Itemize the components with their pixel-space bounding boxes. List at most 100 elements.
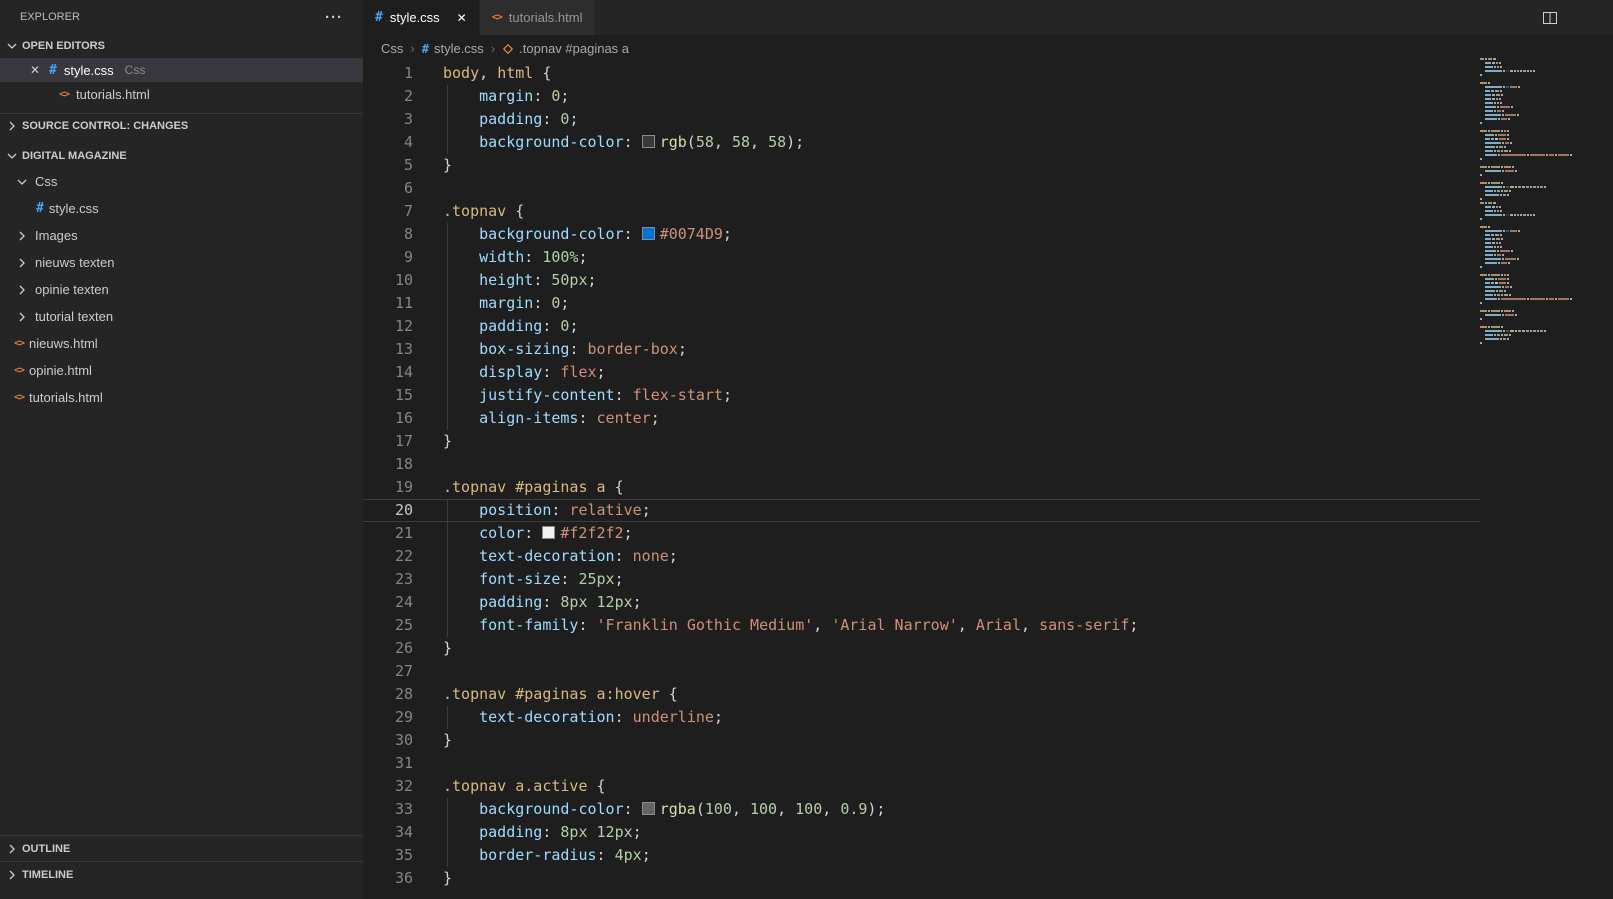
open-editor-item-style-css[interactable]: ✕#style.cssCss bbox=[0, 58, 363, 82]
line-number[interactable]: 14 bbox=[363, 361, 413, 384]
line-number[interactable]: 12 bbox=[363, 315, 413, 338]
code-line[interactable]: 17} bbox=[363, 430, 1480, 453]
open-editor-item-tutorials-html[interactable]: <>tutorials.html bbox=[0, 82, 363, 106]
close-icon[interactable]: ✕ bbox=[28, 63, 42, 77]
open-editors-header[interactable]: OPEN EDITORS bbox=[0, 34, 363, 58]
breadcrumb-item-css[interactable]: Css bbox=[381, 41, 403, 56]
code-line[interactable]: 22 text-decoration: none; bbox=[363, 545, 1480, 568]
tree-item-tutorials-html[interactable]: <>tutorials.html bbox=[0, 384, 363, 411]
tree-item-nieuws-html[interactable]: <>nieuws.html bbox=[0, 330, 363, 357]
minimap[interactable] bbox=[1480, 58, 1568, 346]
source-control-section-header[interactable]: SOURCE CONTROL: CHANGES bbox=[0, 113, 363, 137]
code-line[interactable]: 35 border-radius: 4px; bbox=[363, 844, 1480, 867]
code-line[interactable]: 1body, html { bbox=[363, 62, 1480, 85]
line-number[interactable]: 25 bbox=[363, 614, 413, 637]
code-line[interactable]: 21 color: #f2f2f2; bbox=[363, 522, 1480, 545]
tab-tutorials-html[interactable]: <>tutorials.html bbox=[480, 0, 596, 35]
tree-item-nieuws-texten[interactable]: nieuws texten bbox=[0, 249, 363, 276]
code-line[interactable]: 2 margin: 0; bbox=[363, 85, 1480, 108]
outline-section-header[interactable]: OUTLINE bbox=[0, 835, 363, 861]
more-actions-button[interactable]: ··· bbox=[325, 9, 343, 26]
code-line[interactable]: 13 box-sizing: border-box; bbox=[363, 338, 1480, 361]
code-line[interactable]: 32.topnav a.active { bbox=[363, 775, 1480, 798]
line-number[interactable]: 32 bbox=[363, 775, 413, 798]
breadcrumb-item-style-css[interactable]: #style.css bbox=[422, 41, 484, 56]
code-line[interactable]: 4 background-color: rgb(58, 58, 58); bbox=[363, 131, 1480, 154]
line-number[interactable]: 11 bbox=[363, 292, 413, 315]
code-line[interactable]: 30} bbox=[363, 729, 1480, 752]
code-line[interactable]: 23 font-size: 25px; bbox=[363, 568, 1480, 591]
close-icon[interactable]: ✕ bbox=[457, 11, 467, 25]
line-number[interactable]: 1 bbox=[363, 62, 413, 85]
code-line[interactable]: 34 padding: 8px 12px; bbox=[363, 821, 1480, 844]
code-line[interactable]: 7.topnav { bbox=[363, 200, 1480, 223]
timeline-section-header[interactable]: TIMELINE bbox=[0, 861, 363, 887]
code-line[interactable]: 18 bbox=[363, 453, 1480, 476]
split-editor-icon[interactable] bbox=[1542, 10, 1558, 26]
line-number[interactable]: 30 bbox=[363, 729, 413, 752]
line-number[interactable]: 19 bbox=[363, 476, 413, 499]
line-number[interactable]: 17 bbox=[363, 430, 413, 453]
minimap-token bbox=[1505, 114, 1516, 116]
code-editor[interactable]: 1body, html {2 margin: 0;3 padding: 0;4 … bbox=[363, 62, 1480, 890]
line-number[interactable]: 31 bbox=[363, 752, 413, 775]
code-line[interactable]: 3 padding: 0; bbox=[363, 108, 1480, 131]
code-line[interactable]: 12 padding: 0; bbox=[363, 315, 1480, 338]
line-number[interactable]: 35 bbox=[363, 844, 413, 867]
line-number[interactable]: 7 bbox=[363, 200, 413, 223]
code-line[interactable]: 11 margin: 0; bbox=[363, 292, 1480, 315]
code-line[interactable]: 10 height: 50px; bbox=[363, 269, 1480, 292]
line-number[interactable]: 28 bbox=[363, 683, 413, 706]
line-number[interactable]: 26 bbox=[363, 637, 413, 660]
code-line[interactable]: 24 padding: 8px 12px; bbox=[363, 591, 1480, 614]
tree-item-opinie-texten[interactable]: opinie texten bbox=[0, 276, 363, 303]
line-number[interactable]: 3 bbox=[363, 108, 413, 131]
tree-item-style-css[interactable]: #style.css bbox=[0, 195, 363, 222]
line-number[interactable]: 5 bbox=[363, 154, 413, 177]
line-number[interactable]: 33 bbox=[363, 798, 413, 821]
code-line[interactable]: 19.topnav #paginas a { bbox=[363, 476, 1480, 499]
code-line[interactable]: 9 width: 100%; bbox=[363, 246, 1480, 269]
line-number[interactable]: 2 bbox=[363, 85, 413, 108]
code-line[interactable]: 31 bbox=[363, 752, 1480, 775]
code-line[interactable]: 26} bbox=[363, 637, 1480, 660]
breadcrumb-item-topnav-paginas-a[interactable]: .topnav #paginas a bbox=[502, 41, 629, 56]
tree-item-tutorial-texten[interactable]: tutorial texten bbox=[0, 303, 363, 330]
code-line[interactable]: 5} bbox=[363, 154, 1480, 177]
workspace-section-header[interactable]: DIGITAL MAGAZINE bbox=[0, 144, 363, 168]
line-number[interactable]: 13 bbox=[363, 338, 413, 361]
line-number[interactable]: 15 bbox=[363, 384, 413, 407]
line-number[interactable]: 24 bbox=[363, 591, 413, 614]
line-number[interactable]: 29 bbox=[363, 706, 413, 729]
code-line[interactable]: 8 background-color: #0074D9; bbox=[363, 223, 1480, 246]
line-number[interactable]: 34 bbox=[363, 821, 413, 844]
code-line[interactable]: 6 bbox=[363, 177, 1480, 200]
code-line[interactable]: 25 font-family: 'Franklin Gothic Medium'… bbox=[363, 614, 1480, 637]
line-number[interactable]: 23 bbox=[363, 568, 413, 591]
line-number[interactable]: 6 bbox=[363, 177, 413, 200]
code-line[interactable]: 14 display: flex; bbox=[363, 361, 1480, 384]
line-number[interactable]: 16 bbox=[363, 407, 413, 430]
code-line[interactable]: 16 align-items: center; bbox=[363, 407, 1480, 430]
line-number[interactable]: 36 bbox=[363, 867, 413, 890]
code-line[interactable]: 29 text-decoration: underline; bbox=[363, 706, 1480, 729]
code-line[interactable]: 33 background-color: rgba(100, 100, 100,… bbox=[363, 798, 1480, 821]
tree-item-css[interactable]: Css bbox=[0, 168, 363, 195]
tab-style-css[interactable]: #style.css✕ bbox=[363, 0, 480, 35]
line-number[interactable]: 21 bbox=[363, 522, 413, 545]
line-number[interactable]: 18 bbox=[363, 453, 413, 476]
line-number[interactable]: 8 bbox=[363, 223, 413, 246]
code-line[interactable]: 27 bbox=[363, 660, 1480, 683]
tree-item-opinie-html[interactable]: <>opinie.html bbox=[0, 357, 363, 384]
code-line[interactable]: 15 justify-content: flex-start; bbox=[363, 384, 1480, 407]
code-line[interactable]: 28.topnav #paginas a:hover { bbox=[363, 683, 1480, 706]
tree-item-images[interactable]: Images bbox=[0, 222, 363, 249]
line-number[interactable]: 4 bbox=[363, 131, 413, 154]
line-number[interactable]: 10 bbox=[363, 269, 413, 292]
code-line[interactable]: 20 position: relative; bbox=[363, 499, 1480, 522]
line-number[interactable]: 22 bbox=[363, 545, 413, 568]
line-number[interactable]: 20 bbox=[363, 499, 413, 522]
line-number[interactable]: 27 bbox=[363, 660, 413, 683]
code-line[interactable]: 36} bbox=[363, 867, 1480, 890]
line-number[interactable]: 9 bbox=[363, 246, 413, 269]
